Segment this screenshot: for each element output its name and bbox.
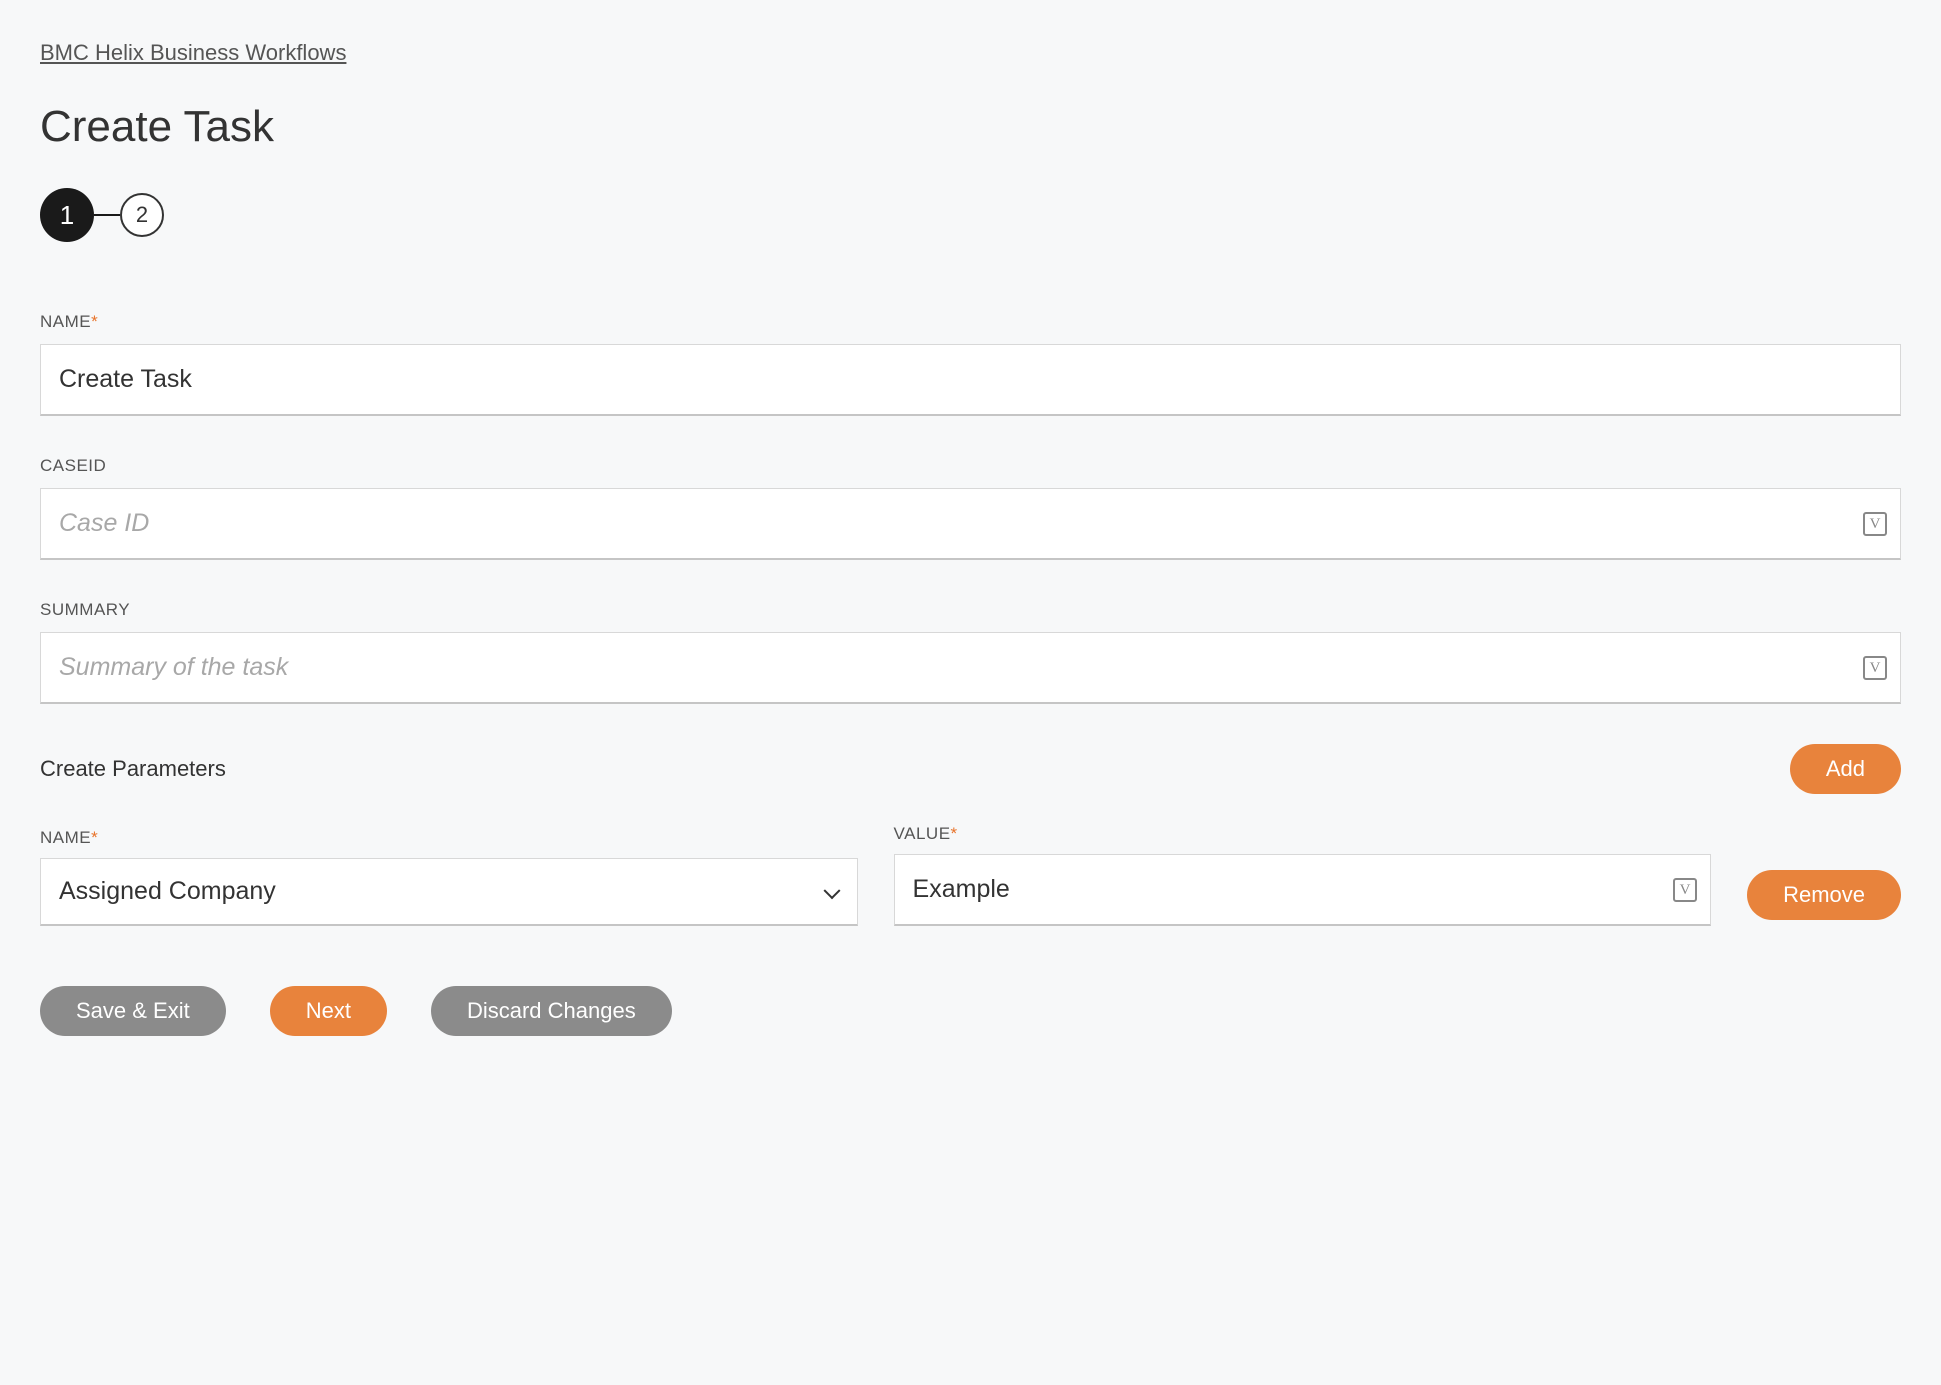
param-name-label-text: NAME xyxy=(40,828,91,847)
param-name-select[interactable]: Assigned Company xyxy=(40,858,858,926)
discard-changes-button[interactable]: Discard Changes xyxy=(431,986,672,1036)
param-value-input[interactable] xyxy=(894,854,1712,926)
param-value-label: VALUE* xyxy=(894,824,1712,844)
summary-label: SUMMARY xyxy=(40,600,1901,620)
page-title: Create Task xyxy=(40,102,1901,152)
remove-parameter-button[interactable]: Remove xyxy=(1747,870,1901,920)
name-label-text: NAME xyxy=(40,312,91,331)
breadcrumb-link[interactable]: BMC Helix Business Workflows xyxy=(40,40,346,66)
step-2[interactable]: 2 xyxy=(120,193,164,237)
parameters-section-header: Create Parameters Add xyxy=(40,744,1901,794)
save-exit-button[interactable]: Save & Exit xyxy=(40,986,226,1036)
add-parameter-button[interactable]: Add xyxy=(1790,744,1901,794)
caseid-input[interactable] xyxy=(40,488,1901,560)
wizard-stepper: 1 2 xyxy=(40,188,1901,242)
step-connector xyxy=(94,214,120,216)
name-label: NAME* xyxy=(40,312,1901,332)
step-1[interactable]: 1 xyxy=(40,188,94,242)
caseid-label: CASEID xyxy=(40,456,1901,476)
field-group-name: NAME* xyxy=(40,312,1901,416)
field-group-summary: SUMMARY V xyxy=(40,600,1901,704)
param-value-col: VALUE* V xyxy=(894,824,1712,926)
variable-picker-icon[interactable]: V xyxy=(1863,512,1887,536)
footer-actions: Save & Exit Next Discard Changes xyxy=(40,986,1901,1036)
next-button[interactable]: Next xyxy=(270,986,387,1036)
param-actions: Remove xyxy=(1747,870,1901,926)
param-name-col: NAME* Assigned Company xyxy=(40,828,858,926)
name-input[interactable] xyxy=(40,344,1901,416)
variable-picker-icon[interactable]: V xyxy=(1673,878,1697,902)
required-asterisk: * xyxy=(951,824,958,843)
variable-picker-icon[interactable]: V xyxy=(1863,656,1887,680)
param-name-label: NAME* xyxy=(40,828,858,848)
param-value-label-text: VALUE xyxy=(894,824,951,843)
summary-input[interactable] xyxy=(40,632,1901,704)
field-group-caseid: CASEID V xyxy=(40,456,1901,560)
parameter-row: NAME* Assigned Company VALUE* V Remove xyxy=(40,824,1901,926)
required-asterisk: * xyxy=(91,828,98,847)
required-asterisk: * xyxy=(91,312,98,331)
parameters-section-label: Create Parameters xyxy=(40,756,226,782)
